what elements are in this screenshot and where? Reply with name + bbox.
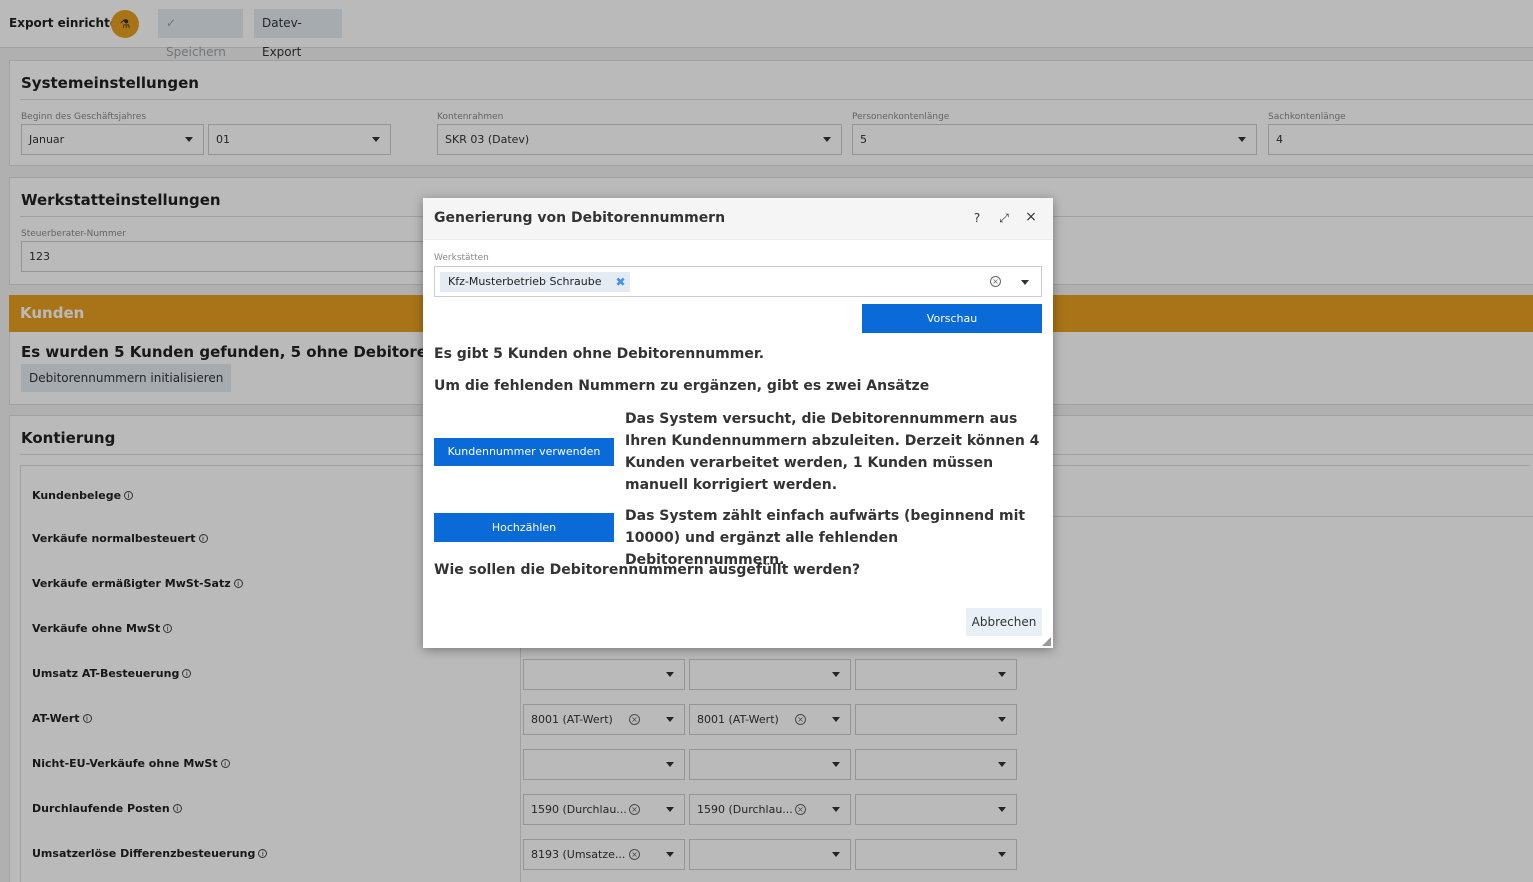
question-line: Wie sollen die Debitorennummern ausgefül…	[434, 562, 861, 578]
werkstatt-chip: Kfz-Musterbetrieb Schraube ✖	[440, 272, 630, 292]
help-icon[interactable]: ?	[970, 211, 984, 225]
preview-button[interactable]: Vorschau	[862, 304, 1042, 333]
remove-chip-icon[interactable]: ✖	[615, 272, 625, 292]
chevron-down-icon[interactable]	[1021, 280, 1029, 285]
werkstaetten-select[interactable]: Kfz-Musterbetrieb Schraube ✖ ×	[434, 266, 1042, 297]
resize-handle-icon[interactable]	[1042, 637, 1051, 646]
clear-icon[interactable]: ×	[990, 276, 1001, 287]
approach-line: Um die fehlenden Nummern zu ergänzen, gi…	[434, 378, 930, 394]
dialog-title: Generierung von Debitorennummern	[434, 210, 726, 226]
debitor-generation-dialog: Generierung von Debitorennummern ? ⤢ × W…	[423, 198, 1053, 648]
werkstaetten-label: Werkstätten	[434, 253, 489, 263]
close-icon[interactable]: ×	[1024, 209, 1038, 225]
werkstatt-chip-label: Kfz-Musterbetrieb Schraube	[448, 275, 602, 288]
expand-icon[interactable]: ⤢	[997, 211, 1011, 226]
option1-description: Das System versucht, die Debitorennummer…	[625, 411, 1040, 493]
info-line: Es gibt 5 Kunden ohne Debitorennummer.	[434, 346, 765, 362]
count-up-button[interactable]: Hochzählen	[434, 513, 614, 542]
cancel-button[interactable]: Abbrechen	[966, 608, 1042, 636]
dialog-header: Generierung von Debitorennummern ? ⤢ ×	[423, 198, 1053, 240]
use-customer-number-button[interactable]: Kundennummer verwenden	[434, 438, 614, 466]
